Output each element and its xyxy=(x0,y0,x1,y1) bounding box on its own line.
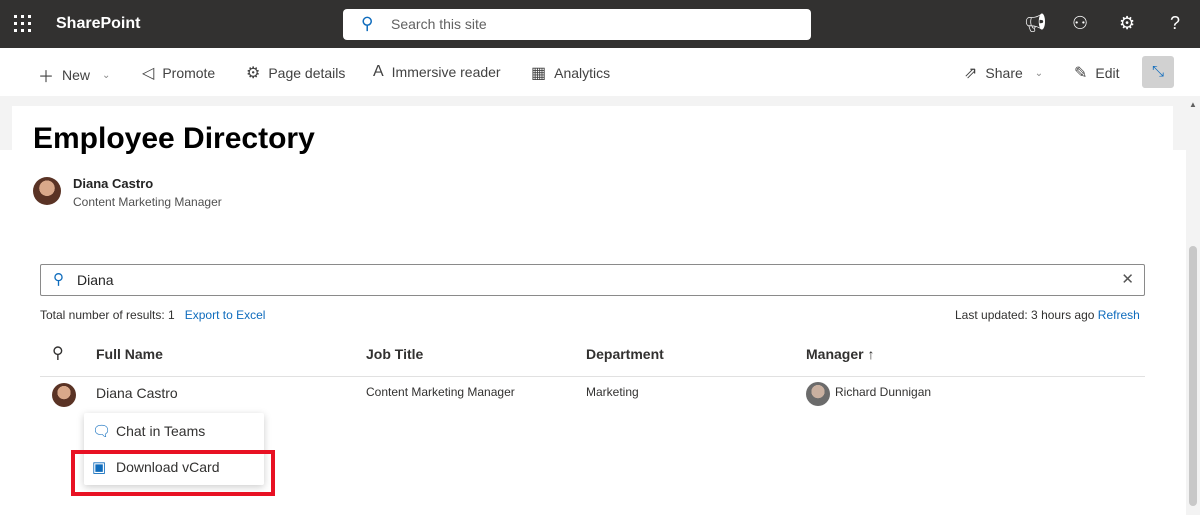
promote-label: Promote xyxy=(162,65,216,81)
analytics-icon: ▦ xyxy=(531,65,547,82)
employee-title: Content Marketing Manager xyxy=(366,385,515,399)
new-label: New xyxy=(62,67,91,83)
page-details-label: Page details xyxy=(268,65,346,81)
export-to-excel-link[interactable]: Export to Excel xyxy=(185,308,266,322)
megaphone-icon: ◁ xyxy=(142,65,155,82)
search-icon: ⚲ xyxy=(361,14,374,33)
author-name[interactable]: Diana Castro xyxy=(73,176,153,191)
chevron-down-icon: ⌄ xyxy=(102,69,111,81)
site-search-input[interactable]: ⚲ Search this site xyxy=(343,9,811,40)
gear-icon[interactable]: ⚙ xyxy=(1119,13,1135,34)
person-icon: ⚲ xyxy=(52,345,64,362)
employee-name[interactable]: Diana Castro xyxy=(96,385,178,401)
column-header-job-title[interactable]: Job Title xyxy=(366,346,423,362)
page-title: Employee Directory xyxy=(33,122,315,155)
megaphone-icon[interactable]: 📢︎ xyxy=(1024,13,1047,34)
refresh-link[interactable]: Refresh xyxy=(1098,308,1140,322)
app-launcher-icon[interactable] xyxy=(14,15,32,33)
collapse-icon[interactable]: ⤡ xyxy=(1142,56,1174,88)
total-results: Total number of results: 1 xyxy=(40,308,175,322)
share-label: Share xyxy=(985,65,1023,81)
share-button[interactable]: ⇗ Share ⌄ xyxy=(964,63,1043,83)
gear-icon: ⚙ xyxy=(246,65,261,82)
pencil-icon: ✎ xyxy=(1074,65,1088,82)
scroll-up-icon[interactable]: ▲ xyxy=(1189,100,1197,109)
chevron-down-icon: ⌄ xyxy=(1034,67,1044,79)
search-icon: ⚲ xyxy=(53,271,64,288)
share-icon: ⇗ xyxy=(964,65,978,82)
immersive-reader-button[interactable]: A Immersive reader xyxy=(373,63,501,81)
chat-in-teams-label: Chat in Teams xyxy=(116,423,206,439)
last-updated: Last updated: 3 hours ago xyxy=(955,308,1095,322)
column-header-manager[interactable]: Manager ↑ xyxy=(806,346,874,362)
results-info: Total number of results: 1 Export to Exc… xyxy=(40,308,265,322)
header-divider xyxy=(40,376,1145,377)
clear-icon[interactable]: ✕ xyxy=(1121,270,1134,288)
column-header-full-name[interactable]: Full Name xyxy=(96,346,163,362)
search-value: Diana xyxy=(77,272,114,288)
directory-search-input[interactable]: ⚲ Diana ✕ xyxy=(40,264,1145,296)
column-header-department[interactable]: Department xyxy=(586,346,664,362)
edit-button[interactable]: ✎ Edit xyxy=(1074,63,1120,83)
manager-avatar[interactable] xyxy=(806,382,830,406)
promote-button[interactable]: ◁ Promote xyxy=(142,63,215,83)
app-name[interactable]: SharePoint xyxy=(56,15,140,33)
people-icon[interactable]: ⚇ xyxy=(1072,13,1088,34)
employee-manager[interactable]: Richard Dunnigan xyxy=(835,385,931,399)
immersive-reader-icon: A xyxy=(373,63,384,80)
employee-department: Marketing xyxy=(586,385,639,399)
scrollbar[interactable]: ▲ xyxy=(1186,96,1200,515)
plus-icon: ＋ xyxy=(38,69,55,86)
author-role: Content Marketing Manager xyxy=(73,195,222,209)
highlight-box xyxy=(71,450,275,496)
new-button[interactable]: ＋ New ⌄ xyxy=(38,63,110,87)
employee-avatar[interactable] xyxy=(52,383,76,407)
analytics-button[interactable]: ▦ Analytics xyxy=(531,63,610,83)
page-details-button[interactable]: ⚙ Page details xyxy=(246,63,345,83)
suite-header: SharePoint ⚲ Search this site 📢︎ ⚇ ⚙ ? xyxy=(0,0,1200,48)
update-info: Last updated: 3 hours ago Refresh xyxy=(955,308,1140,322)
chat-icon: 🗨︎ xyxy=(92,423,112,440)
author-avatar[interactable] xyxy=(33,177,61,205)
command-bar: ＋ New ⌄ ◁ Promote ⚙ Page details A Immersive … xyxy=(0,48,1200,96)
analytics-label: Analytics xyxy=(554,65,611,81)
scrollbar-thumb[interactable] xyxy=(1189,246,1197,506)
chat-in-teams-item[interactable]: 🗨︎ Chat in Teams xyxy=(84,413,264,449)
immersive-reader-label: Immersive reader xyxy=(391,64,501,80)
help-icon[interactable]: ? xyxy=(1170,13,1180,34)
search-placeholder: Search this site xyxy=(391,16,487,32)
edit-label: Edit xyxy=(1095,65,1120,81)
